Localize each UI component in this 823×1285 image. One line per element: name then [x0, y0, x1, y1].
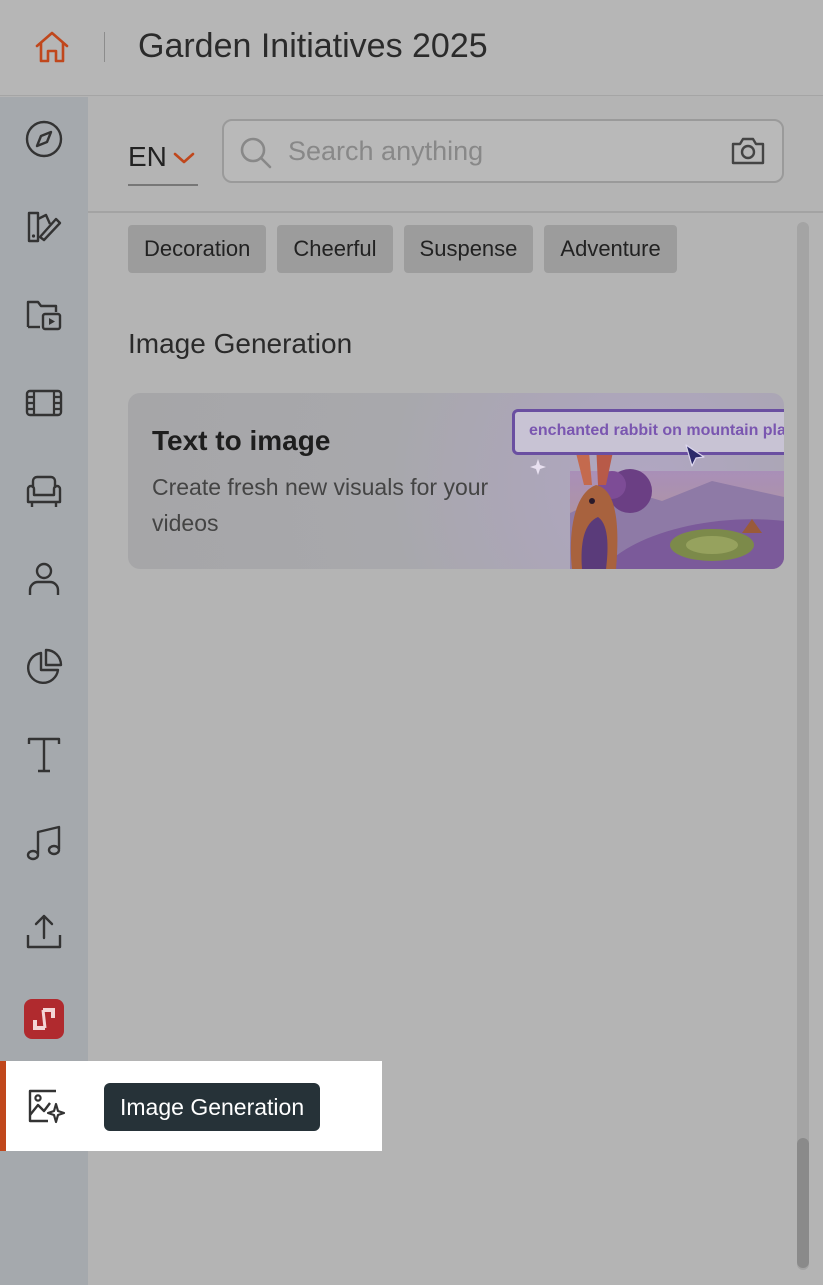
- camera-icon[interactable]: [730, 135, 766, 167]
- sidebar-item-upload[interactable]: [22, 909, 66, 953]
- prompt-preview-text: enchanted rabbit on mountain pla: [529, 422, 784, 439]
- search-input[interactable]: [288, 131, 708, 171]
- design-brush-icon: [27, 211, 62, 243]
- language-value: EN: [128, 141, 167, 172]
- sidebar-item-charts[interactable]: [22, 645, 66, 689]
- sidebar-item-characters[interactable]: [22, 557, 66, 601]
- sidebar-item-explore[interactable]: [22, 117, 66, 161]
- card-subtitle: Create fresh new visuals for your videos: [152, 474, 489, 536]
- search-icon: [240, 137, 272, 169]
- section-title: Image Generation: [128, 328, 353, 359]
- home-icon: [35, 31, 69, 63]
- sidebar-item-music[interactable]: [22, 821, 66, 865]
- person-icon: [28, 562, 60, 595]
- armchair-icon: [26, 475, 62, 507]
- top-header: Garden Initiatives 2025: [0, 0, 823, 96]
- tooltip: Image Generation: [104, 1083, 321, 1131]
- image-generation-button[interactable]: [24, 1085, 68, 1129]
- project-title: Garden Initiatives 2025: [138, 27, 488, 65]
- scrollbar-track[interactable]: [797, 222, 809, 1270]
- home-button[interactable]: [30, 26, 74, 68]
- chip-suspense[interactable]: Suspense: [403, 225, 534, 273]
- tag-chips: Decoration Cheerful Suspense Adventure: [128, 225, 677, 273]
- active-indicator: [0, 1061, 6, 1151]
- header-divider: [104, 32, 105, 62]
- music-note-icon: [26, 825, 61, 861]
- folder-play-icon: [26, 300, 62, 331]
- main-divider: [88, 211, 823, 213]
- chevron-down-icon: [173, 152, 195, 164]
- pie-chart-icon: [26, 648, 63, 685]
- prompt-preview: enchanted rabbit on mountain pla: [512, 409, 784, 455]
- image-sparkle-icon: [28, 1089, 66, 1124]
- search-bar: [222, 119, 784, 183]
- compass-icon: [25, 120, 63, 158]
- film-icon: [25, 389, 63, 417]
- sidebar-item-media-folder[interactable]: [22, 293, 66, 337]
- sidebar-item-text[interactable]: [22, 733, 66, 777]
- chip-decoration[interactable]: Decoration: [128, 225, 267, 273]
- text-to-image-card[interactable]: Text to image Create fresh new visuals f…: [128, 393, 784, 569]
- sidebar-item-elements[interactable]: [22, 469, 66, 513]
- chip-adventure[interactable]: Adventure: [544, 225, 677, 273]
- sidebar-item-brand-app[interactable]: [22, 997, 66, 1041]
- cursor-icon: [685, 444, 705, 467]
- text-icon: [27, 737, 61, 773]
- chip-cheerful[interactable]: Cheerful: [277, 225, 393, 273]
- language-selector[interactable]: EN: [128, 130, 198, 186]
- brand-app-icon: [24, 999, 64, 1039]
- upload-icon: [26, 914, 62, 949]
- scrollbar-thumb[interactable]: [797, 1138, 809, 1268]
- sidebar-item-video[interactable]: [22, 381, 66, 425]
- card-title: Text to image: [152, 425, 331, 456]
- sidebar-item-design[interactable]: [22, 205, 66, 249]
